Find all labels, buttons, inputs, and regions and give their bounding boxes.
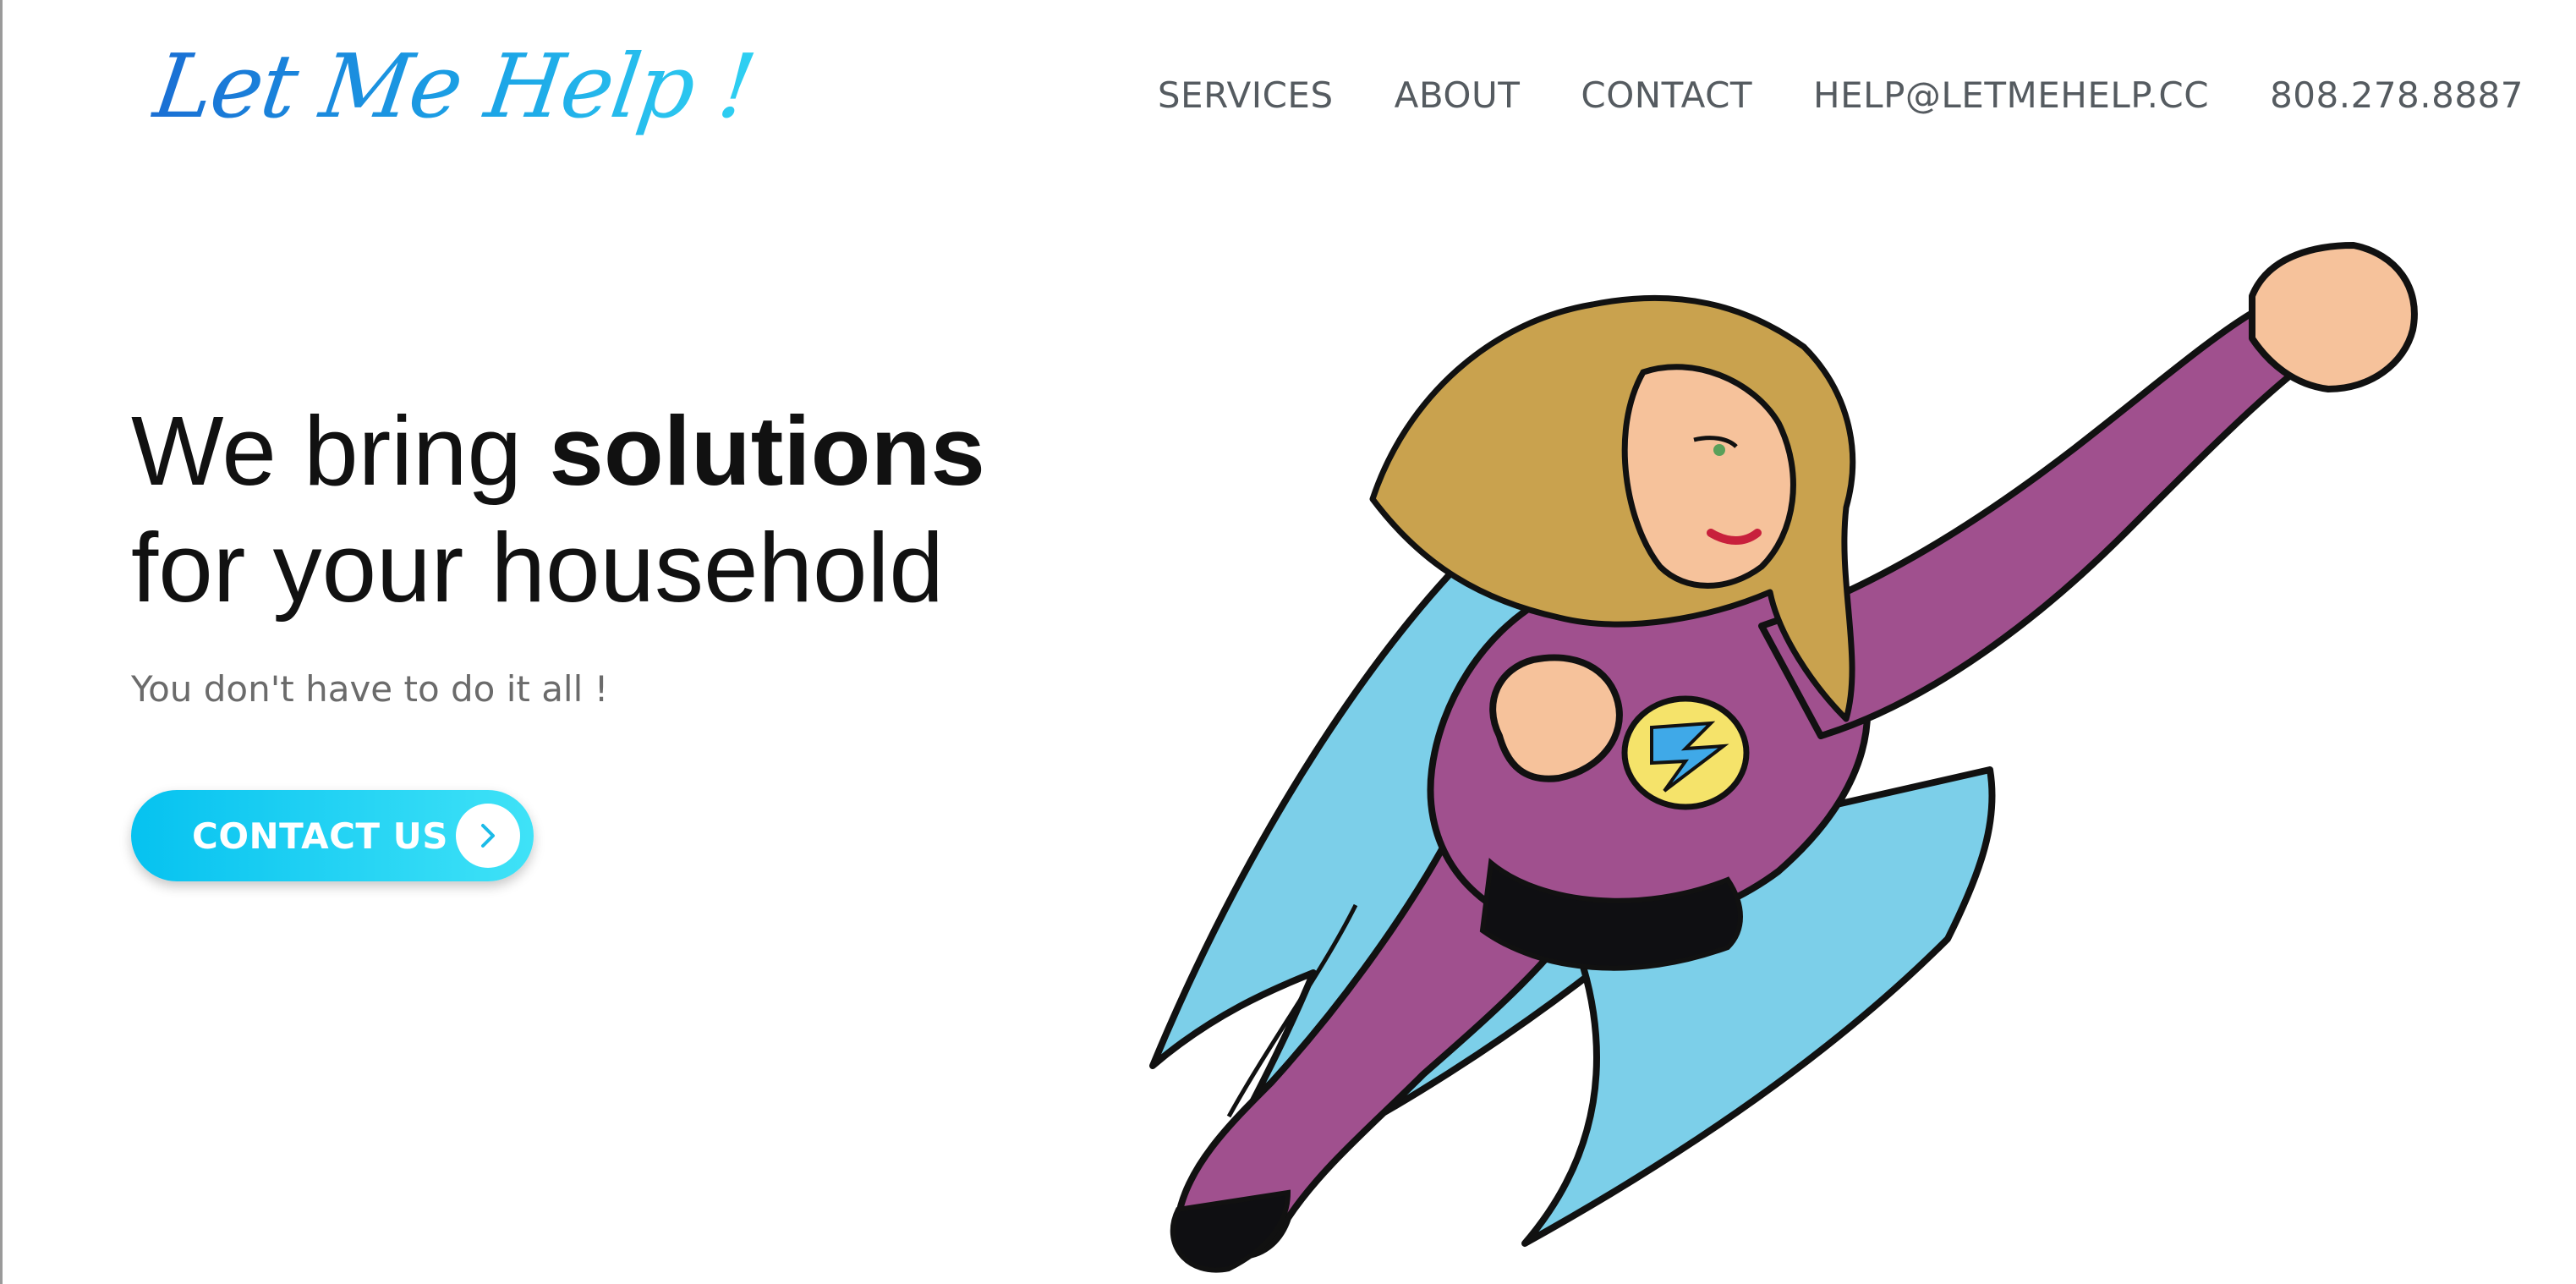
page: Let Me Help ! SERVICES ABOUT CONTACT HEL… xyxy=(0,0,2576,1284)
hero-title-line-1: We bring solutions xyxy=(131,392,985,509)
nav-email-link[interactable]: HELP@LETMEHELP.CC xyxy=(1813,74,2209,116)
fist-front xyxy=(1489,654,1623,782)
hero-subtitle: You don't have to do it all ! xyxy=(131,668,609,710)
nav-contact-link[interactable]: CONTACT xyxy=(1581,74,1752,116)
nav-phone-link[interactable]: 808.278.8887 xyxy=(2270,74,2524,116)
site-logo[interactable]: Let Me Help ! xyxy=(147,34,760,140)
chevron-right-icon xyxy=(456,804,520,868)
hero-title-bold: solutions xyxy=(549,396,985,506)
hero-title-line-2: for your household xyxy=(131,513,944,623)
nav-about-link[interactable]: ABOUT xyxy=(1395,74,1521,116)
superhero-illustration xyxy=(1149,242,2418,1273)
hero-title: We bring solutions for your household xyxy=(131,392,985,626)
hero-title-pre: We bring xyxy=(131,396,550,506)
contact-us-label: CONTACT US xyxy=(192,815,449,857)
arm-raised xyxy=(1758,242,2418,739)
nav-services-link[interactable]: SERVICES xyxy=(1158,74,1334,116)
contact-us-button[interactable]: CONTACT US xyxy=(131,790,534,881)
main-nav: SERVICES ABOUT CONTACT HELP@LETMEHELP.CC… xyxy=(1158,74,2524,116)
